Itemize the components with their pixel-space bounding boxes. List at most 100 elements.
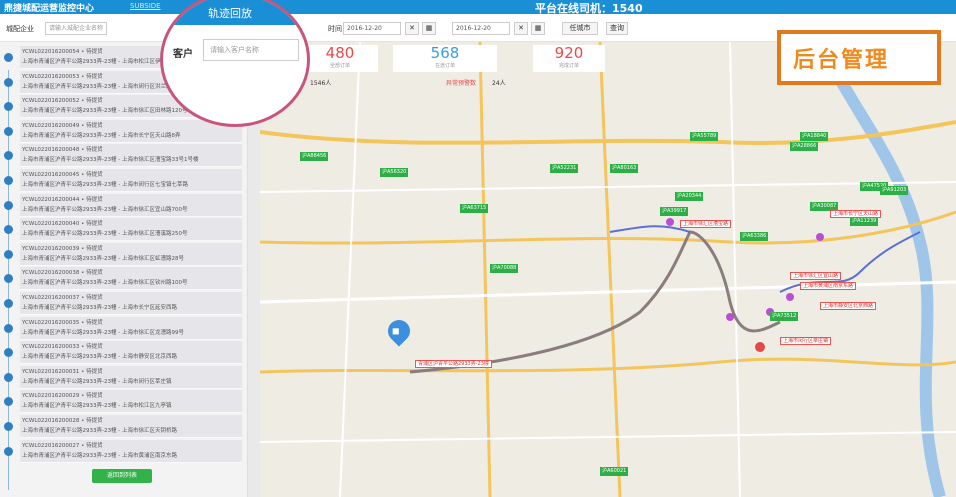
enterprise-search-input[interactable]: 请输入城配企业名称 [45, 22, 107, 35]
order-address: 上海市青浦区沪青平公路2933弄-23幢 - 上海市长宁区延安西路 [22, 305, 177, 311]
order-item[interactable]: YCWL022016200029 • 待提货上海市青浦区沪青平公路2933弄-2… [20, 390, 242, 414]
stat-total: 480 全部订单 [302, 45, 378, 72]
top-bar: 鼎捷城配运营监控中心 SUBSIDE 平台在线司机：1540 [0, 0, 956, 15]
map-roads [260, 42, 956, 497]
customer-name-input[interactable]: 请输入客户名称 [203, 39, 299, 61]
truck-icon: ■ [391, 326, 400, 336]
header-link[interactable]: SUBSIDE [130, 2, 161, 10]
vehicle-tag[interactable]: 沪A70088 [490, 264, 519, 273]
vehicle-tag[interactable]: 沪A55789 [690, 132, 719, 141]
address-tag[interactable]: 上海市黄浦区南京东路 [800, 282, 857, 290]
order-code: YCWL022016200045 • 待提货 [22, 172, 103, 178]
stat-total-value: 480 [325, 44, 355, 62]
calendar-start-icon[interactable]: ▦ [422, 22, 436, 35]
vehicle-tag[interactable]: 沪A91203 [880, 186, 909, 195]
order-item[interactable]: YCWL022016200033 • 待提货 上海市青浦区沪青平公路2933弄-2… [20, 341, 242, 365]
address-tag[interactable]: 上海市闵行区莘庄镇 [780, 337, 832, 345]
city-select[interactable]: 任城市 [562, 22, 598, 35]
order-item[interactable]: YCWL022016200028 • 待提货 上海市青浦区沪青平公路2933弄-2… [20, 415, 242, 438]
order-item[interactable]: YCWL022016200044 • 待提货上海市青浦区沪青平公路2933弄-2… [20, 193, 242, 217]
order-code: YCWL022016200029 • 待提货 [22, 393, 103, 400]
date-start-input[interactable]: 2016-12-20 [343, 22, 401, 35]
vehicle-tag[interactable]: 沪A20344 [675, 192, 704, 201]
popup-title: 轨迹回放 [208, 7, 252, 20]
timeline-dot [4, 397, 13, 407]
order-item[interactable]: YCWL022016200048 • 待提货上海市青浦区沪青平公路2933弄-2… [20, 144, 242, 168]
address-tag[interactable]: 上海市静安区北京西路 [820, 302, 877, 310]
order-address: 上海市青浦区沪青平公路2933弄-23幢 - 上海市徐汇区宜山路700号 [22, 206, 188, 213]
order-code: YCWL022016200048 • 待提货 [22, 147, 103, 154]
stat-done: 920 完成订单 [533, 45, 605, 72]
order-address: 上海市青浦区沪青平公路2933弄-23幢 - 上海市徐汇区漕溪路250号 [22, 231, 188, 238]
order-address: 上海市青浦区沪青平公路2933弄-23幢 - 上海市徐汇区钦州路100号 [22, 280, 188, 287]
order-code: YCWL022016200037 • 待提货 [22, 295, 103, 301]
order-address: 上海市青浦区沪青平公路2933弄-23幢 - 上海市闵行区七宝镇七莘路 [22, 182, 188, 188]
calendar-end-icon[interactable]: ▦ [531, 22, 545, 35]
order-code: YCWL022016200040 • 待提货 [22, 221, 103, 228]
order-item[interactable]: YCWL022016200039 • 待提货 上海市青浦区沪青平公路2933弄-2… [20, 242, 242, 266]
vehicle-tag[interactable]: 沪A60021 [600, 467, 629, 476]
order-address: 上海市青浦区沪青平公路2933弄-23幢 - 上海市黄浦区南京东路 [22, 452, 177, 459]
warning-value: 24人 [492, 80, 506, 87]
vehicle-tag[interactable]: 沪A80163 [610, 164, 639, 173]
map-area[interactable]: 沪A88456 沪A56320 沪A63715 沪A70088 沪A52231 沪A801… [260, 42, 956, 497]
timeline-dot [4, 126, 13, 136]
timeline-dot [4, 176, 13, 185]
vehicle-tag[interactable]: 沪A73512 [770, 312, 799, 321]
vehicle-tag[interactable]: 沪A28866 [790, 142, 819, 151]
order-item[interactable]: YCWL022016200040 • 待提货上海市青浦区沪青平公路2933弄-2… [20, 218, 242, 242]
enterprise-label: 城配企业 [6, 25, 34, 33]
order-item[interactable]: YCWL022016200045 • 待提货上海市青浦区沪青平公路2933弄-2… [20, 169, 242, 192]
order-item[interactable]: YCWL022016200049 • 待提货 上海市青浦区沪青平公路2933弄-2… [20, 119, 242, 143]
timeline-dot [4, 348, 13, 358]
timeline-dot [4, 274, 13, 284]
order-address: 上海市青浦区沪青平公路2933弄-23幢 - 上海市闵行区莘庄镇 [22, 378, 172, 385]
order-address: 上海市青浦区沪青平公路2933弄-23幢 - 上海市徐汇区龙漕路99号 [22, 329, 184, 336]
stat-total-caption: 全部订单 [329, 63, 350, 69]
timeline-dot [4, 225, 13, 235]
order-address: 上海市青浦区沪青平公路2933弄-23幢 - 上海市闵行区洪兰路26号 [22, 83, 184, 90]
vehicle-tag[interactable]: 沪A88456 [300, 152, 329, 161]
admin-button[interactable]: 后台管理 [777, 30, 941, 85]
address-tag[interactable]: 上海市长宁区天山路 [830, 210, 882, 218]
address-tag[interactable]: 上海市徐汇区宜山路 [790, 272, 842, 280]
order-item[interactable]: YCWL022016200035 • 待提货 上海市青浦区沪青平公路2933弄-2… [20, 316, 242, 340]
order-address: 上海市青浦区沪青平公路2933弄-23幢 - 上海市徐汇区虹漕路28号 [22, 255, 184, 262]
stat-in-transit-value: 568 [430, 44, 460, 62]
stat-done-caption: 完成订单 [558, 63, 579, 69]
order-item[interactable]: YCWL022016200037 • 待提货上海市青浦区沪青平公路2933弄-2… [20, 292, 242, 315]
timeline-dot [4, 151, 13, 161]
vehicle-tag[interactable]: 沪A56320 [380, 168, 409, 177]
order-code: YCWL022016200033 • 待提货 [22, 344, 103, 351]
timeline-dot [4, 102, 13, 112]
order-address: 上海市青浦区沪青平公路2933弄-23幢 - 上海市松江区九亭镇 [22, 403, 172, 410]
order-code: YCWL022016200044 • 待提货 [22, 196, 103, 203]
order-item[interactable]: YCWL022016200027 • 待提货 上海市青浦区沪青平公路2933弄-2… [20, 439, 242, 463]
timeline-dot [4, 446, 13, 456]
address-tag[interactable]: 青浦区沪青平公路2933弄-23幢 [415, 360, 492, 368]
query-button[interactable]: 查询 [606, 22, 628, 35]
order-address: 上海市青浦区沪青平公路2933弄-23幢 - 上海市徐汇区天钥桥路 [22, 428, 177, 434]
order-code: YCWL022016200031 • 待提货 [22, 368, 103, 375]
order-item[interactable]: YCWL022016200031 • 待提货上海市青浦区沪青平公路2933弄-2… [20, 365, 242, 389]
vehicle-tag[interactable]: 沪A63715 [460, 204, 489, 213]
popup-header: 轨迹回放 [163, 0, 307, 25]
order-code: YCWL022016200038 • 待提货 [22, 270, 103, 277]
clear-start-button[interactable]: ✕ [405, 22, 419, 35]
vehicle-tag[interactable]: 沪A11239 [850, 217, 879, 226]
stat-done-value: 920 [554, 44, 584, 62]
address-tag[interactable]: 上海市徐汇区漕宝路 [680, 220, 732, 228]
vehicle-tag[interactable]: 沪A63386 [740, 232, 769, 241]
clear-end-button[interactable]: ✕ [514, 22, 528, 35]
order-address: 上海市青浦区沪青平公路2933弄-23幢 - 上海市徐汇区漕宝路33号1号楼 [22, 157, 199, 164]
order-address: 上海市青浦区沪青平公路2933弄-23幢 - 上海市长宁区天山路8弄 [22, 132, 181, 139]
order-code: YCWL022016200053 • 待提货 [22, 73, 103, 80]
date-end-input[interactable]: 2016-12-20 [452, 22, 510, 35]
back-to-list-button[interactable]: 返回到列表 [92, 469, 152, 483]
customer-label: 客户 [173, 49, 193, 60]
stat-in-transit: 568 在途订单 [393, 45, 497, 72]
vehicle-tag[interactable]: 沪A52231 [550, 164, 579, 173]
order-item[interactable]: YCWL022016200038 • 待提货上海市青浦区沪青平公路2933弄-2… [20, 267, 242, 291]
vehicle-tag[interactable]: 沪A18840 [800, 132, 829, 141]
vehicle-tag[interactable]: 沪A39917 [660, 207, 689, 216]
